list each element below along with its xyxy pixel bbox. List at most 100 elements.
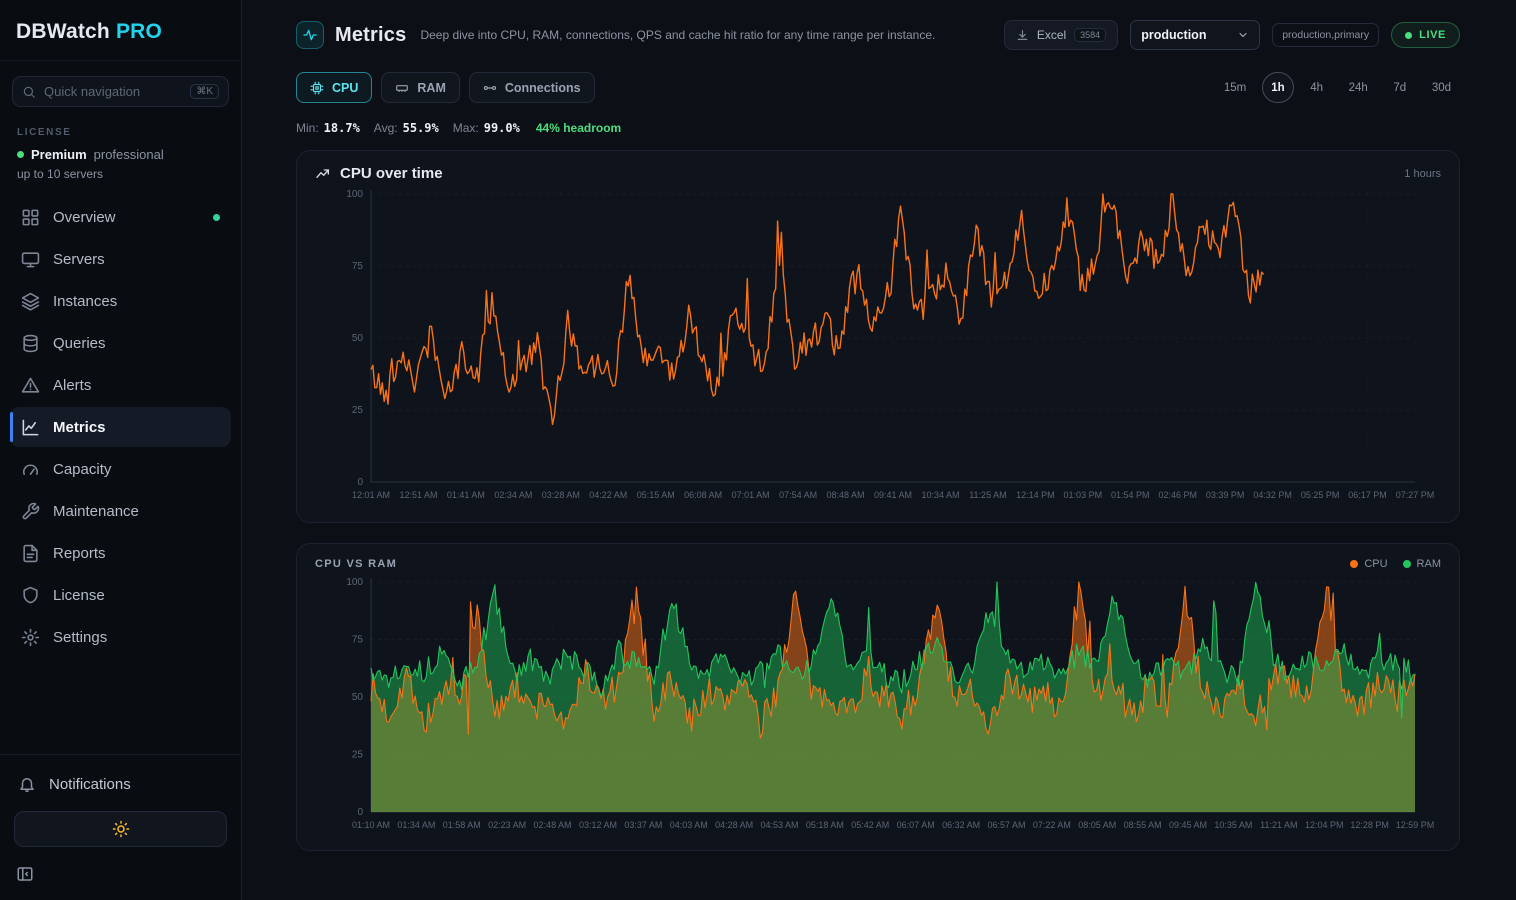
- svg-text:50: 50: [352, 333, 364, 344]
- sidebar-item-label: Capacity: [53, 461, 111, 478]
- svg-text:04:32 PM: 04:32 PM: [1253, 490, 1292, 500]
- theme-toggle-button[interactable]: [14, 811, 227, 847]
- sidebar-item-queries[interactable]: Queries: [10, 323, 231, 363]
- trend-up-icon: [315, 166, 331, 182]
- svg-text:25: 25: [352, 405, 364, 416]
- sidebar-item-label: Metrics: [53, 419, 106, 436]
- svg-text:06:07 AM: 06:07 AM: [897, 820, 935, 830]
- sidebar-item-capacity[interactable]: Capacity: [10, 449, 231, 489]
- svg-text:04:03 AM: 04:03 AM: [670, 820, 708, 830]
- tab-connections[interactable]: Connections: [469, 72, 595, 103]
- sidebar-item-label: Instances: [53, 293, 117, 310]
- svg-text:06:08 AM: 06:08 AM: [684, 490, 722, 500]
- svg-text:03:28 AM: 03:28 AM: [542, 490, 580, 500]
- shield-icon: [21, 586, 40, 605]
- range-15m[interactable]: 15m: [1215, 74, 1255, 102]
- svg-text:25: 25: [352, 750, 364, 761]
- alert-triangle-icon: [21, 376, 40, 395]
- page-header: Metrics Deep dive into CPU, RAM, connect…: [296, 20, 1460, 50]
- chevron-down-icon: [1237, 29, 1249, 41]
- svg-text:01:54 PM: 01:54 PM: [1111, 490, 1150, 500]
- sidebar-item-label: Overview: [53, 209, 116, 226]
- legend-dot: [1350, 560, 1358, 568]
- metrics-toolbar: CPU RAM Connections 15m1h 4h24h7d30d: [296, 72, 1460, 103]
- sidebar: DBWatchPRO ⌘K LICENSE Premium profession…: [0, 0, 242, 900]
- svg-text:75: 75: [352, 261, 364, 272]
- sidebar-item-reports[interactable]: Reports: [10, 533, 231, 573]
- cpu-over-time-chart: 025507510012:01 AM12:51 AM01:41 AM02:34 …: [313, 186, 1441, 518]
- sidebar-item-license[interactable]: License: [10, 575, 231, 615]
- live-label: LIVE: [1419, 29, 1446, 41]
- range-1h[interactable]: 1h: [1262, 72, 1293, 103]
- search-input[interactable]: [44, 84, 182, 99]
- stats-row: Min: 18.7% Avg: 55.9% Max: 99.0% 44% hea…: [296, 121, 1460, 135]
- sidebar-item-metrics[interactable]: Metrics: [10, 407, 231, 447]
- min-label: Min:: [296, 121, 319, 135]
- quick-navigation-search[interactable]: ⌘K: [12, 76, 229, 107]
- sidebar-item-label: Maintenance: [53, 503, 139, 520]
- legend-label: RAM: [1417, 558, 1441, 570]
- license-heading: LICENSE: [17, 127, 224, 138]
- svg-text:75: 75: [352, 635, 364, 646]
- svg-text:50: 50: [352, 692, 364, 703]
- main-content: Metrics Deep dive into CPU, RAM, connect…: [242, 0, 1516, 900]
- tab-cpu[interactable]: CPU: [296, 72, 372, 103]
- sidebar-item-instances[interactable]: Instances: [10, 281, 231, 321]
- tab-label: CPU: [332, 81, 358, 95]
- bell-icon: [18, 775, 36, 793]
- time-range-selector: 15m1h 4h24h7d30d: [1215, 72, 1460, 103]
- tab-label: Connections: [505, 81, 581, 95]
- search-icon: [22, 85, 36, 99]
- range-4h[interactable]: 4h: [1301, 74, 1333, 102]
- sidebar-item-servers[interactable]: Servers: [10, 239, 231, 279]
- sidebar-item-label: Queries: [53, 335, 106, 352]
- activity-icon: [302, 27, 318, 43]
- export-excel-button[interactable]: Excel 3584: [1004, 20, 1118, 50]
- gauge-icon: [21, 460, 40, 479]
- sidebar-item-alerts[interactable]: Alerts: [10, 365, 231, 405]
- sidebar-item-settings[interactable]: Settings: [10, 617, 231, 657]
- notifications-button[interactable]: Notifications: [14, 767, 227, 801]
- search-shortcut-badge: ⌘K: [190, 84, 219, 99]
- svg-text:07:27 PM: 07:27 PM: [1396, 490, 1435, 500]
- tab-ram[interactable]: RAM: [381, 72, 459, 103]
- sidebar-item-label: Servers: [53, 251, 105, 268]
- svg-text:05:15 AM: 05:15 AM: [637, 490, 675, 500]
- chart-title: CPU VS RAM: [315, 558, 397, 570]
- collapse-sidebar-button[interactable]: [14, 863, 36, 888]
- status-dot: [213, 214, 220, 221]
- excel-label: Excel: [1037, 28, 1066, 42]
- sidebar-item-label: Alerts: [53, 377, 91, 394]
- svg-text:08:05 AM: 08:05 AM: [1078, 820, 1116, 830]
- sidebar-item-overview[interactable]: Overview: [10, 197, 231, 237]
- svg-text:04:28 AM: 04:28 AM: [715, 820, 753, 830]
- svg-text:01:34 AM: 01:34 AM: [397, 820, 435, 830]
- svg-text:04:53 AM: 04:53 AM: [761, 820, 799, 830]
- svg-text:12:01 AM: 12:01 AM: [352, 490, 390, 500]
- chart-title: CPU over time: [340, 165, 443, 182]
- sidebar-item-label: Settings: [53, 629, 107, 646]
- range-7d[interactable]: 7d: [1384, 74, 1416, 102]
- cpu-icon: [310, 81, 324, 95]
- legend-cpu: CPU: [1350, 558, 1387, 570]
- svg-text:07:01 AM: 07:01 AM: [732, 490, 770, 500]
- svg-text:12:14 PM: 12:14 PM: [1016, 490, 1055, 500]
- brand-name: DBWatch: [16, 20, 110, 43]
- range-30d[interactable]: 30d: [1423, 74, 1460, 102]
- license-plan: professional: [94, 147, 164, 162]
- environment-select[interactable]: production: [1130, 20, 1260, 50]
- min-value: 18.7%: [324, 121, 360, 135]
- svg-text:01:58 AM: 01:58 AM: [443, 820, 481, 830]
- svg-text:04:22 AM: 04:22 AM: [589, 490, 627, 500]
- excel-count-badge: 3584: [1074, 28, 1106, 42]
- brand-suffix: PRO: [116, 20, 162, 43]
- sidebar-item-maintenance[interactable]: Maintenance: [10, 491, 231, 531]
- live-badge: LIVE: [1391, 22, 1460, 48]
- svg-text:12:28 PM: 12:28 PM: [1350, 820, 1389, 830]
- environment-tag: production,primary: [1272, 23, 1379, 47]
- svg-text:06:17 PM: 06:17 PM: [1348, 490, 1387, 500]
- metric-tabs: CPU RAM Connections: [296, 72, 595, 103]
- svg-text:07:54 AM: 07:54 AM: [779, 490, 817, 500]
- range-24h[interactable]: 24h: [1340, 74, 1377, 102]
- svg-text:05:18 AM: 05:18 AM: [806, 820, 844, 830]
